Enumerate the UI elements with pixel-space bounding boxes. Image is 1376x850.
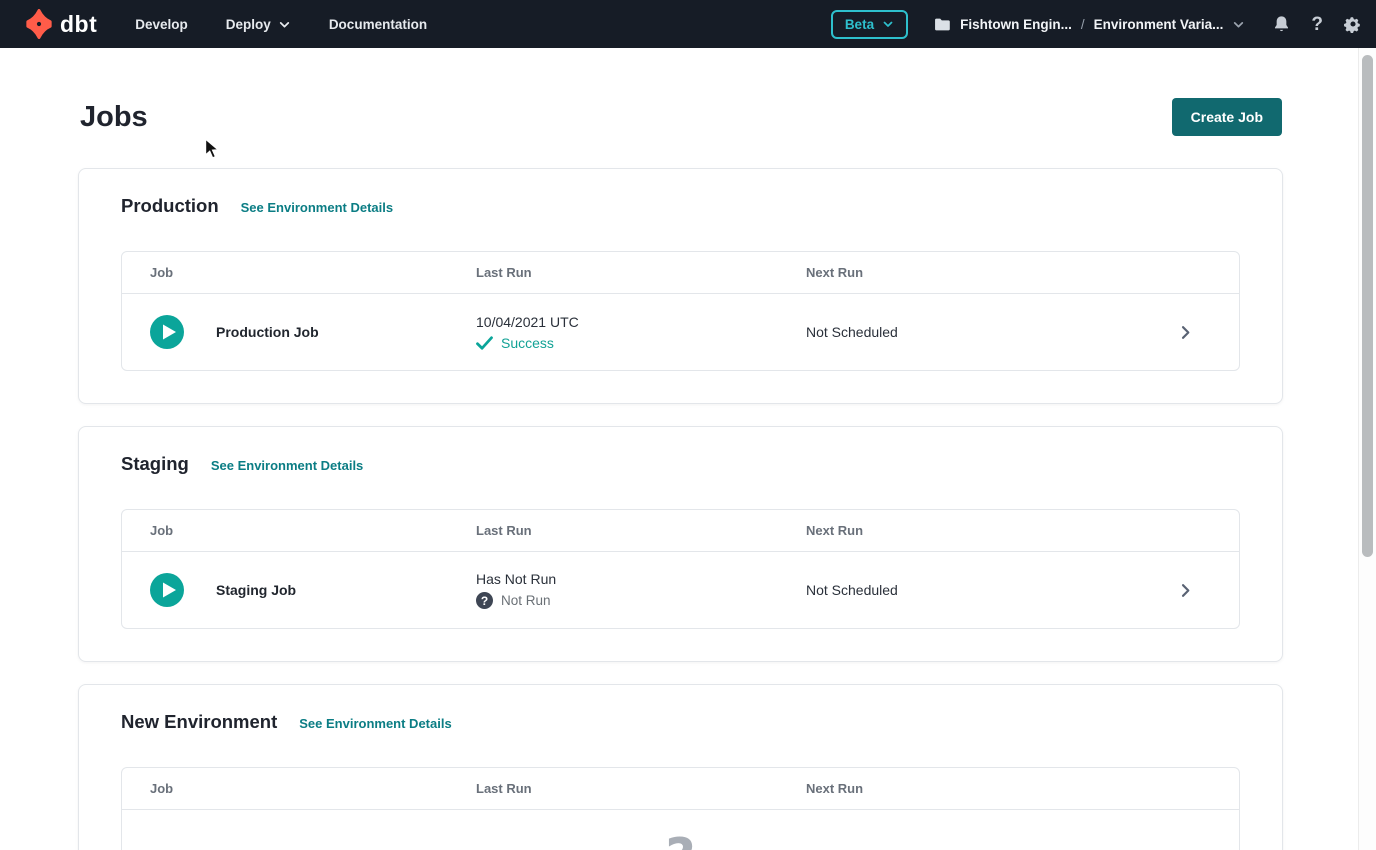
last-run-date: Has Not Run <box>476 571 806 587</box>
nav-icons: ? <box>1273 15 1362 34</box>
chevron-down-icon <box>882 18 894 30</box>
gear-icon[interactable] <box>1344 15 1362 33</box>
jobs-table: Job Last Run Next Run Staging Job Has No… <box>121 509 1240 629</box>
play-icon[interactable] <box>150 573 184 607</box>
see-environment-details-link[interactable]: See Environment Details <box>299 716 451 731</box>
column-header-job: Job <box>122 265 476 280</box>
jobs-table: Job Last Run Next Run ? <box>121 767 1240 850</box>
brand-text: dbt <box>60 11 97 38</box>
create-job-button[interactable]: Create Job <box>1172 98 1282 136</box>
column-header-job: Job <box>122 781 476 796</box>
scrollbar-thumb[interactable] <box>1362 55 1373 557</box>
see-environment-details-link[interactable]: See Environment Details <box>211 458 363 473</box>
top-navbar: dbt Develop Deploy Documentation Beta Fi… <box>0 0 1376 48</box>
last-run-date: 10/04/2021 UTC <box>476 314 806 330</box>
status-badge: ? Not Run <box>476 592 806 609</box>
column-header-next-run: Next Run <box>806 781 1151 796</box>
chevron-down-icon <box>278 18 291 31</box>
job-name: Production Job <box>216 324 319 340</box>
dbt-logo-icon <box>24 9 54 39</box>
dbt-logo[interactable]: dbt <box>24 9 97 39</box>
check-icon <box>476 336 493 350</box>
column-header-job: Job <box>122 523 476 538</box>
column-header-last-run: Last Run <box>476 265 806 280</box>
nav-item-documentation[interactable]: Documentation <box>329 17 427 32</box>
empty-jobs-state: ? <box>122 809 1239 850</box>
breadcrumb-project[interactable]: Fishtown Engin... <box>960 17 1072 32</box>
beta-dropdown[interactable]: Beta <box>831 10 908 39</box>
help-icon[interactable]: ? <box>1311 15 1323 34</box>
job-row-staging-job[interactable]: Staging Job Has Not Run ? Not Run Not Sc… <box>122 551 1239 628</box>
environment-card-staging: Staging See Environment Details Job Last… <box>78 426 1283 662</box>
next-run-value: Not Scheduled <box>806 582 1151 598</box>
breadcrumb: Fishtown Engin... / Environment Varia... <box>934 17 1245 32</box>
page-title: Jobs <box>80 101 148 134</box>
column-header-next-run: Next Run <box>806 523 1151 538</box>
bell-icon[interactable] <box>1273 15 1290 33</box>
question-icon: ? <box>476 592 493 609</box>
play-icon[interactable] <box>150 315 184 349</box>
job-name: Staging Job <box>216 582 296 598</box>
chevron-right-icon[interactable] <box>1177 324 1194 341</box>
folder-icon <box>934 17 951 32</box>
status-badge: Success <box>476 335 806 351</box>
breadcrumb-section[interactable]: Environment Varia... <box>1094 17 1224 32</box>
breadcrumb-separator: / <box>1081 17 1085 32</box>
environment-card-new-environment: New Environment See Environment Details … <box>78 684 1283 850</box>
next-run-value: Not Scheduled <box>806 324 1151 340</box>
environment-name: Production <box>121 195 219 217</box>
chevron-right-icon[interactable] <box>1177 582 1194 599</box>
status-text: Success <box>501 335 554 351</box>
chevron-down-icon[interactable] <box>1232 18 1245 31</box>
job-row-production-job[interactable]: Production Job 10/04/2021 UTC Success No… <box>122 293 1239 370</box>
environment-card-production: Production See Environment Details Job L… <box>78 168 1283 404</box>
column-header-last-run: Last Run <box>476 781 806 796</box>
see-environment-details-link[interactable]: See Environment Details <box>241 200 393 215</box>
nav-item-develop[interactable]: Develop <box>135 17 188 32</box>
column-header-next-run: Next Run <box>806 265 1151 280</box>
nav-menu: Develop Deploy Documentation <box>135 17 427 32</box>
nav-item-deploy[interactable]: Deploy <box>226 17 291 32</box>
jobs-page: Jobs Create Job Production See Environme… <box>0 98 1358 850</box>
environment-name: New Environment <box>121 711 277 733</box>
column-header-last-run: Last Run <box>476 523 806 538</box>
environment-name: Staging <box>121 453 189 475</box>
empty-question-icon: ? <box>665 828 695 850</box>
status-text: Not Run <box>501 593 551 608</box>
scrollbar-track[interactable] <box>1358 48 1376 850</box>
jobs-table: Job Last Run Next Run Production Job 10/… <box>121 251 1240 371</box>
